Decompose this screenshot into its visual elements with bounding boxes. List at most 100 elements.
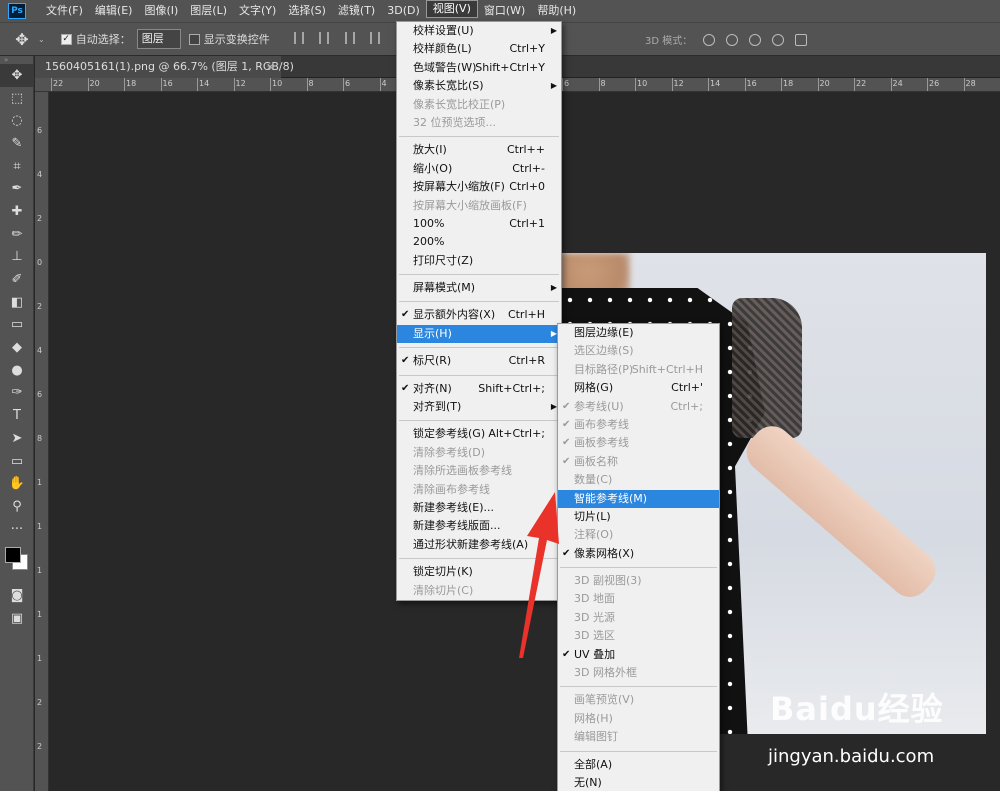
3d-roll-icon[interactable] xyxy=(726,34,738,46)
menu-0[interactable]: 文件(F) xyxy=(40,0,89,22)
crop-tool-icon[interactable]: ⌗ xyxy=(0,155,34,178)
menu-8[interactable]: 视图(V) xyxy=(425,0,478,18)
menu-4[interactable]: 文字(Y) xyxy=(233,0,282,22)
menu-2[interactable]: 图像(I) xyxy=(138,0,184,22)
menu-item-view_menu-17[interactable]: ✔ 显示额外内容(X) Ctrl+H xyxy=(397,306,561,324)
menu-item-view_menu-22[interactable]: ✔ 对齐(N) Shift+Ctrl+; xyxy=(397,380,561,398)
quick-mask-icon[interactable]: ◙ xyxy=(0,584,34,607)
3d-slide-icon[interactable] xyxy=(772,34,784,46)
menu-10[interactable]: 帮助(H) xyxy=(531,0,582,22)
photoshop-logo[interactable]: Ps xyxy=(8,3,26,19)
3d-scale-icon[interactable] xyxy=(795,34,807,46)
menu-5[interactable]: 选择(S) xyxy=(282,0,332,22)
menu-item-shortcut: Ctrl+; xyxy=(670,399,704,413)
menu-item-show_submenu-12[interactable]: ✔ 像素网格(X) xyxy=(558,545,719,563)
menu-1[interactable]: 编辑(E) xyxy=(89,0,139,22)
ruler-v-label: 6 xyxy=(37,126,43,135)
panel-collapse-icon[interactable]: » xyxy=(0,56,33,64)
hand-tool-icon[interactable]: ✋ xyxy=(0,472,34,495)
menu-item-view_menu-12[interactable]: 200% xyxy=(397,233,561,251)
ruler-v-label: 1 xyxy=(37,566,43,575)
menu-item-label: 无(N) xyxy=(574,775,602,789)
menu-item-label: 校样设置(U) xyxy=(413,24,474,37)
menu-item-show_submenu-3[interactable]: 网格(G) Ctrl+' xyxy=(558,379,719,397)
menu-item-show_submenu-9[interactable]: 智能参考线(M) xyxy=(558,489,719,508)
document-tab[interactable]: 1560405161(1).png @ 66.7% (图层 1, RGB/8) … xyxy=(35,56,294,78)
menu-item-label: 按屏幕大小缩放画板(F) xyxy=(413,198,527,212)
menu-item-show_submenu-18[interactable]: ✔ UV 叠加 xyxy=(558,646,719,664)
ruler-v-label: 1 xyxy=(37,610,43,619)
type-tool-icon[interactable]: T xyxy=(0,404,34,427)
screen-mode-icon[interactable]: ▣ xyxy=(0,607,34,630)
menu-item-view_menu-15[interactable]: 屏幕模式(M) ▶ xyxy=(397,279,561,297)
ruler-v-label: 6 xyxy=(37,390,43,399)
menu-separator xyxy=(560,750,717,752)
move-tool-icon[interactable]: ✥ xyxy=(6,30,38,49)
tool-preset-chevron-icon[interactable]: ⌄ xyxy=(38,35,45,44)
show-transform-checkbox[interactable] xyxy=(188,33,200,45)
menu-9[interactable]: 窗口(W) xyxy=(478,0,531,22)
path-select-tool-icon[interactable]: ➤ xyxy=(0,427,34,450)
move-tool-icon[interactable]: ✥ xyxy=(0,64,34,87)
ruler-h-label: 18 xyxy=(783,79,794,88)
menu-item-view_menu-20[interactable]: ✔ 标尺(R) Ctrl+R xyxy=(397,352,561,370)
healing-brush-tool-icon[interactable]: ✚ xyxy=(0,200,34,223)
menu-item-view_menu-25[interactable]: 锁定参考线(G) Alt+Ctrl+; xyxy=(397,425,561,443)
menu-item-view_menu-11[interactable]: 100% Ctrl+1 xyxy=(397,215,561,233)
menu-item-show_submenu-11: 注释(O) xyxy=(558,526,719,544)
align-top-icon[interactable] xyxy=(293,31,304,44)
menu-item-view_menu-0[interactable]: 校样设置(U) ▶ xyxy=(397,22,561,40)
menu-item-show_submenu-10[interactable]: 切片(L) xyxy=(558,508,719,526)
dodge-tool-icon[interactable]: ● xyxy=(0,359,34,382)
vertical-ruler[interactable]: 6 4 2 0 2 4 6 8 1 1 1 1 1 2 2 xyxy=(35,92,49,791)
align-left-icon[interactable] xyxy=(370,31,381,44)
menu-item-view_menu-13[interactable]: 打印尺寸(Z) xyxy=(397,252,561,270)
more-tools-icon[interactable]: ··· xyxy=(0,518,34,541)
clone-stamp-tool-icon[interactable]: ⊥ xyxy=(0,246,34,269)
menu-item-view_menu-7[interactable]: 放大(I) Ctrl++ xyxy=(397,141,561,159)
auto-select-checkbox[interactable]: ✓ xyxy=(60,33,72,45)
menu-item-view_menu-1[interactable]: 校样颜色(L) Ctrl+Y xyxy=(397,40,561,58)
marquee-tool-icon[interactable]: ⬚ xyxy=(0,87,34,110)
menu-item-view_menu-2[interactable]: 色域警告(W) Shift+Ctrl+Y xyxy=(397,59,561,77)
menu-item-label: 目标路径(P) xyxy=(574,362,634,376)
menu-item-show_submenu-26[interactable]: 无(N) xyxy=(558,774,719,791)
menu-item-show_submenu-21: 画笔预览(V) xyxy=(558,691,719,709)
ruler-h-label: 22 xyxy=(53,79,64,88)
auto-select-dropdown[interactable]: 图层 xyxy=(136,29,181,49)
menu-item-show_submenu-25[interactable]: 全部(A) xyxy=(558,756,719,774)
menu-item-view_menu-9[interactable]: 按屏幕大小缩放(F) Ctrl+0 xyxy=(397,178,561,196)
eyedropper-tool-icon[interactable]: ✒ xyxy=(0,177,34,200)
close-icon[interactable]: × xyxy=(266,56,275,78)
menu-item-view_menu-18[interactable]: 显示(H) ▶ xyxy=(397,324,561,344)
menu-7[interactable]: 3D(D) xyxy=(381,0,426,22)
menu-6[interactable]: 滤镜(T) xyxy=(332,0,381,22)
menu-item-view_menu-8[interactable]: 缩小(O) Ctrl+- xyxy=(397,160,561,178)
3d-pan-icon[interactable] xyxy=(749,34,761,46)
pen-tool-icon[interactable]: ✑ xyxy=(0,382,34,405)
quick-select-tool-icon[interactable]: ✎ xyxy=(0,132,34,155)
align-middle-icon[interactable] xyxy=(319,31,330,44)
history-brush-tool-icon[interactable]: ✐ xyxy=(0,268,34,291)
brush-tool-icon[interactable]: ✏ xyxy=(0,223,34,246)
menu-3[interactable]: 图层(L) xyxy=(184,0,233,22)
lasso-tool-icon[interactable]: ◌ xyxy=(0,109,34,132)
blur-tool-icon[interactable]: ◆ xyxy=(0,336,34,359)
3d-rotate-icon[interactable] xyxy=(703,34,715,46)
menu-item-label: 清除画布参考线 xyxy=(413,482,490,496)
gradient-tool-icon[interactable]: ▭ xyxy=(0,314,34,337)
rectangle-tool-icon[interactable]: ▭ xyxy=(0,450,34,473)
menu-item-shortcut: Ctrl+- xyxy=(512,161,545,175)
menu-item-label: 锁定切片(K) xyxy=(413,565,473,579)
menu-item-show_submenu-0[interactable]: 图层边缘(E) xyxy=(558,324,719,342)
align-bottom-icon[interactable] xyxy=(344,31,355,44)
ruler-v-label: 4 xyxy=(37,346,43,355)
menu-separator xyxy=(399,420,559,422)
eraser-tool-icon[interactable]: ◧ xyxy=(0,291,34,314)
menu-item-view_menu-23[interactable]: 对齐到(T) ▶ xyxy=(397,398,561,416)
menu-separator xyxy=(560,567,717,569)
foreground-color-swatch[interactable] xyxy=(5,547,21,564)
menu-item-label: 显示额外内容(X) xyxy=(413,308,496,322)
menu-item-view_menu-3[interactable]: 像素长宽比(S) ▶ xyxy=(397,77,561,95)
zoom-tool-icon[interactable]: ⚲ xyxy=(0,495,34,518)
